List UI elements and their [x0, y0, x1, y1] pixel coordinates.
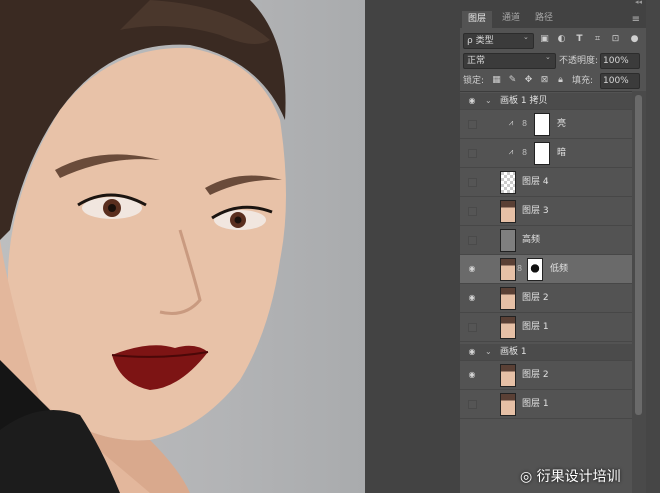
layer-name: 图层 1 — [522, 322, 549, 332]
layer-name: 亮 — [557, 119, 567, 129]
eye-icon[interactable]: ◉ — [467, 293, 477, 303]
tab-layers[interactable]: 图层 — [462, 11, 493, 28]
layer-name: 图层 2 — [522, 293, 549, 303]
lock-all-icon[interactable]: 🔒︎ — [555, 75, 566, 86]
image-filter-icon[interactable]: ▣ — [539, 34, 550, 45]
opacity-label: 不透明度: — [559, 56, 599, 66]
lock-row: 锁定: ▦ ✎ ✥ ⊠ 🔒︎ 填充: 100% — [463, 73, 643, 89]
eye-icon[interactable]: ◉ — [467, 96, 477, 106]
divider — [460, 91, 646, 92]
weibo-logo-icon: ◎ — [520, 469, 533, 485]
visibility-toggle[interactable] — [468, 149, 477, 158]
layer-thumbnail[interactable] — [500, 258, 516, 281]
mask-thumbnail[interactable] — [534, 142, 550, 165]
filter-row: ρ 类型 ⌄ ▣ ◐ T ⌗ ⊡ ● — [463, 32, 643, 50]
blend-row: 正常 ⌄ 不透明度: 100% — [463, 53, 643, 69]
link-icon[interactable]: 8 — [517, 264, 522, 273]
chevron-down-icon: ⌄ — [545, 53, 551, 61]
watermark: ◎ 衍果设计培训 — [520, 466, 660, 488]
layer-name: 高频 — [522, 235, 541, 245]
watermark-text: 衍果设计培训 — [536, 469, 621, 485]
tab-paths[interactable]: 路径 — [535, 10, 553, 26]
chevron-down-icon: ⌄ — [523, 33, 529, 41]
layer-name: 图层 4 — [522, 177, 549, 187]
curves-adjustment-icon: ⩘ — [508, 118, 514, 127]
layer-thumbnail[interactable] — [500, 364, 516, 387]
lock-transparency-icon[interactable]: ▦ — [491, 75, 502, 86]
adjustment-filter-icon[interactable]: ◐ — [556, 34, 567, 45]
opacity-input[interactable]: 100% — [600, 53, 640, 69]
panel-tabs: 图层 通道 路径 ≡ — [460, 6, 646, 28]
layer-group-artboard[interactable]: ◉ ⌄ 画板 1 — [460, 344, 632, 361]
smart-object-filter-icon[interactable]: ⊡ — [610, 34, 621, 45]
layer-2-artboard[interactable]: ◉ 图层 2 — [460, 361, 632, 390]
lock-position-icon[interactable]: ✥ — [523, 75, 534, 86]
layer-high-frequency[interactable]: 高频 — [460, 226, 632, 255]
layer-3[interactable]: 图层 3 — [460, 197, 632, 226]
layer-name: 暗 — [557, 148, 567, 158]
layer-name: 画板 1 — [500, 347, 527, 357]
link-icon[interactable]: 8 — [522, 148, 527, 157]
eye-icon[interactable]: ◉ — [467, 370, 477, 380]
curves-adjustment-icon: ⩘ — [508, 147, 514, 156]
mask-thumbnail[interactable] — [534, 113, 550, 136]
layer-group-artboard-copy[interactable]: ◉ ⌄ 画板 1 拷贝 — [460, 93, 632, 110]
layer-1-artboard[interactable]: 图层 1 — [460, 390, 632, 419]
workspace-background — [365, 0, 460, 493]
visibility-toggle[interactable] — [468, 236, 477, 245]
mask-thumbnail[interactable] — [527, 258, 543, 281]
link-icon[interactable]: 8 — [522, 119, 527, 128]
fill-input[interactable]: 100% — [600, 73, 640, 89]
tab-channels[interactable]: 通道 — [502, 10, 520, 26]
filter-toggle-icon[interactable]: ● — [629, 34, 640, 45]
layer-thumbnail[interactable] — [500, 229, 516, 252]
layer-1[interactable]: 图层 1 — [460, 313, 632, 342]
lock-label: 锁定: — [463, 76, 485, 86]
visibility-toggle[interactable] — [468, 323, 477, 332]
layer-thumbnail[interactable] — [500, 171, 516, 194]
layer-thumbnail[interactable] — [500, 287, 516, 310]
chevron-down-icon[interactable]: ⌄ — [485, 96, 492, 106]
visibility-toggle[interactable] — [468, 120, 477, 129]
visibility-toggle[interactable] — [468, 207, 477, 216]
fill-label: 填充: — [572, 76, 594, 86]
layer-name: 图层 3 — [522, 206, 549, 216]
layer-name: 画板 1 拷贝 — [500, 96, 548, 106]
portrait-image — [0, 0, 287, 493]
layers-panel: ◂◂ 图层 通道 路径 ≡ ρ 类型 ⌄ ▣ ◐ T ⌗ ⊡ ● 正常 ⌄ 不透… — [460, 0, 646, 493]
layer-4[interactable]: 图层 4 — [460, 168, 632, 197]
layer-name: 图层 1 — [522, 399, 549, 409]
eye-icon[interactable]: ◉ — [467, 347, 477, 357]
visibility-toggle[interactable] — [468, 178, 477, 187]
panel-edge-strip — [646, 0, 660, 493]
document-canvas-photo[interactable] — [0, 0, 365, 493]
layer-name: 图层 2 — [522, 370, 549, 380]
panel-menu-icon[interactable]: ≡ — [632, 14, 640, 25]
layer-thumbnail[interactable] — [500, 316, 516, 339]
type-filter-icon[interactable]: T — [574, 34, 585, 45]
blend-mode-select[interactable]: 正常 — [463, 53, 556, 69]
layer-adjust-light[interactable]: ⩘ 8 亮 — [460, 110, 632, 139]
visibility-toggle[interactable] — [468, 400, 477, 409]
scrollbar-thumb[interactable] — [635, 95, 642, 415]
layer-low-frequency[interactable]: ◉ 8 低频 — [460, 255, 632, 284]
lock-artboard-icon[interactable]: ⊠ — [539, 75, 550, 86]
layers-scrollbar[interactable] — [632, 91, 646, 493]
layer-thumbnail[interactable] — [500, 200, 516, 223]
shape-filter-icon[interactable]: ⌗ — [592, 34, 603, 45]
layer-adjust-dark[interactable]: ⩘ 8 暗 — [460, 139, 632, 168]
layer-2[interactable]: ◉ 图层 2 — [460, 284, 632, 313]
layer-thumbnail[interactable] — [500, 393, 516, 416]
layer-name: 低频 — [550, 264, 569, 274]
chevron-down-icon[interactable]: ⌄ — [485, 347, 492, 357]
eye-icon[interactable]: ◉ — [467, 264, 477, 274]
lock-pixels-icon[interactable]: ✎ — [507, 75, 518, 86]
